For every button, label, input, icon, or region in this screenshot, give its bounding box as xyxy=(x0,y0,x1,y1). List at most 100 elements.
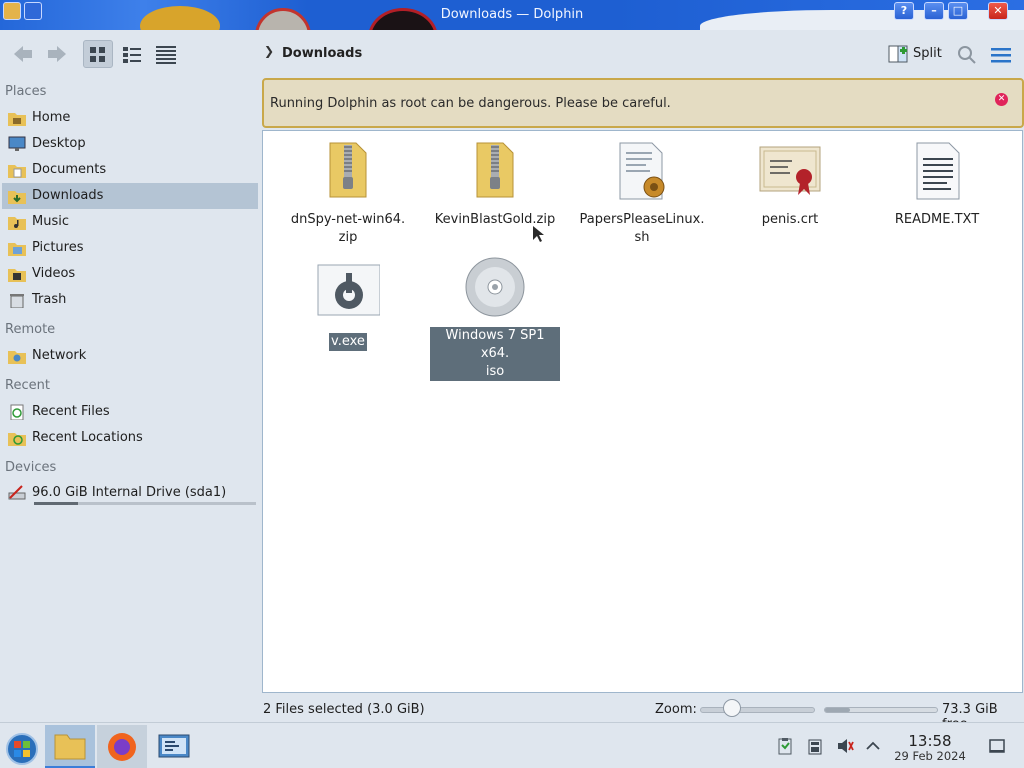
dolphin-app-icon xyxy=(54,734,86,760)
file-item[interactable]: KevinBlastGold.zip xyxy=(430,139,560,229)
back-arrow-icon xyxy=(14,46,32,62)
music-folder-icon xyxy=(8,217,26,230)
sidebar-item-trash[interactable]: Trash xyxy=(2,287,258,313)
file-item[interactable]: dnSpy-net-win64. zip xyxy=(283,139,413,247)
window-title: Downloads — Dolphin xyxy=(440,7,584,22)
free-space-fill xyxy=(825,708,850,712)
icons-view-icon xyxy=(90,47,105,62)
zoom-label: Zoom: xyxy=(655,702,697,717)
zip-archive-icon xyxy=(463,139,527,203)
sidebar-item-label: Network xyxy=(32,348,87,363)
section-header-recent: Recent xyxy=(5,378,50,393)
downloads-folder-icon xyxy=(8,191,26,204)
search-button[interactable] xyxy=(956,44,978,66)
split-view-icon xyxy=(888,45,908,63)
file-name-line1: Windows 7 SP1 x64. xyxy=(445,328,545,361)
section-header-remote: Remote xyxy=(5,322,56,337)
sidebar-item-label: Recent Locations xyxy=(32,430,143,445)
file-name-line1: dnSpy-net-win64. xyxy=(290,212,406,227)
sidebar-item-label: Desktop xyxy=(32,136,86,151)
sidebar-item-videos[interactable]: Videos xyxy=(2,261,258,287)
start-menu-button[interactable] xyxy=(0,725,50,768)
sidebar-item-label: Trash xyxy=(32,292,67,307)
clock-time[interactable]: 13:58 xyxy=(890,732,970,750)
zoom-slider-handle[interactable] xyxy=(723,699,742,717)
sidebar-item-music[interactable]: Music xyxy=(2,209,258,235)
sidebar-item-label: Home xyxy=(32,110,71,125)
pictures-folder-icon xyxy=(8,243,26,256)
file-item-selected[interactable]: v.exe xyxy=(283,261,413,351)
chevron-up-icon[interactable] xyxy=(864,737,882,755)
file-name-line1: v.exe xyxy=(329,333,367,351)
taskbar-system-settings[interactable] xyxy=(149,725,199,768)
file-name-line2: zip xyxy=(338,230,358,245)
taskbar: 13:58 29 Feb 2024 xyxy=(0,722,1024,768)
compact-view-icon xyxy=(123,47,141,63)
sidebar-item-desktop[interactable]: Desktop xyxy=(2,131,258,157)
zoom-slider[interactable] xyxy=(700,707,815,713)
recent-locations-icon xyxy=(8,433,26,446)
text-file-icon xyxy=(905,139,969,203)
close-button[interactable]: ✕ xyxy=(988,2,1008,20)
sidebar-item-documents[interactable]: Documents xyxy=(2,157,258,183)
hamburger-menu-icon xyxy=(991,48,1011,63)
sidebar-item-pictures[interactable]: Pictures xyxy=(2,235,258,261)
back-button[interactable] xyxy=(8,40,38,68)
disc-image-icon xyxy=(463,255,527,319)
split-button[interactable]: Split xyxy=(886,42,944,66)
trash-icon xyxy=(10,294,24,308)
section-header-places: Places xyxy=(5,84,47,99)
sidebar-item-label: 96.0 GiB Internal Drive (sda1) xyxy=(32,485,227,500)
file-item[interactable]: PapersPleaseLinux. sh xyxy=(577,139,707,247)
sidebar-item-label: Documents xyxy=(32,162,107,177)
file-view[interactable]: dnSpy-net-win64. zip KevinBlastGold.zip P… xyxy=(262,130,1023,693)
icons-view-button[interactable] xyxy=(83,40,113,68)
desktop-folder-icon xyxy=(8,136,26,151)
root-warning-message: Running Dolphin as root can be dangerous… xyxy=(270,96,671,111)
file-item-selected[interactable]: Windows 7 SP1 x64. iso xyxy=(430,255,560,381)
firefox-app-icon xyxy=(108,733,136,761)
drive-usage-fill xyxy=(34,502,79,505)
clipboard-tray-icon[interactable] xyxy=(776,737,794,755)
close-banner-button[interactable]: ✕ xyxy=(995,93,1008,106)
details-view-icon xyxy=(156,46,176,64)
sidebar-item-home[interactable]: Home xyxy=(2,105,258,131)
sidebar-item-internal-drive[interactable]: 96.0 GiB Internal Drive (sda1) xyxy=(2,479,258,509)
taskbar-dolphin[interactable] xyxy=(45,725,95,768)
show-desktop-icon[interactable] xyxy=(988,737,1006,755)
drive-icon xyxy=(8,485,26,500)
drive-usage-bar xyxy=(34,502,256,505)
sidebar-item-label: Videos xyxy=(32,266,76,281)
zip-archive-icon xyxy=(316,139,380,203)
maximize-button[interactable]: □ xyxy=(948,2,968,20)
help-button[interactable]: ? xyxy=(894,2,914,20)
minimize-button[interactable]: – xyxy=(924,2,944,20)
file-item[interactable]: penis.crt xyxy=(725,139,855,229)
clock-date[interactable]: 29 Feb 2024 xyxy=(890,749,970,763)
taskbar-firefox[interactable] xyxy=(97,725,147,768)
breadcrumb-downloads[interactable]: Downloads xyxy=(282,46,362,61)
hamburger-menu-button[interactable] xyxy=(990,44,1012,66)
file-name-line1: README.TXT xyxy=(894,212,980,227)
sidebar-item-label: Music xyxy=(32,214,69,229)
sidebar-item-recent-locations[interactable]: Recent Locations xyxy=(2,425,258,451)
status-bar: 2 Files selected (3.0 GiB) Zoom: 73.3 Gi… xyxy=(0,696,1024,732)
sidebar-item-network[interactable]: Network xyxy=(2,343,258,369)
sidebar-item-downloads[interactable]: Downloads xyxy=(2,183,258,209)
file-name-line2: iso xyxy=(485,364,505,379)
storage-tray-icon[interactable] xyxy=(806,737,824,755)
certificate-icon xyxy=(758,139,822,203)
main-toolbar: ❯ Downloads Split xyxy=(0,30,1024,78)
recent-files-icon xyxy=(10,404,24,420)
sidebar-item-label: Downloads xyxy=(32,188,104,203)
search-icon xyxy=(958,46,976,64)
details-view-button[interactable] xyxy=(151,40,181,68)
compact-view-button[interactable] xyxy=(117,40,147,68)
selection-status: 2 Files selected (3.0 GiB) xyxy=(263,702,425,717)
forward-button[interactable] xyxy=(42,40,72,68)
volume-muted-icon[interactable] xyxy=(836,737,854,755)
window-titlebar[interactable]: Downloads — Dolphin ? – □ ✕ xyxy=(0,0,1024,30)
split-label: Split xyxy=(913,46,942,61)
sidebar-item-recent-files[interactable]: Recent Files xyxy=(2,399,258,425)
file-item[interactable]: README.TXT xyxy=(872,139,1002,229)
